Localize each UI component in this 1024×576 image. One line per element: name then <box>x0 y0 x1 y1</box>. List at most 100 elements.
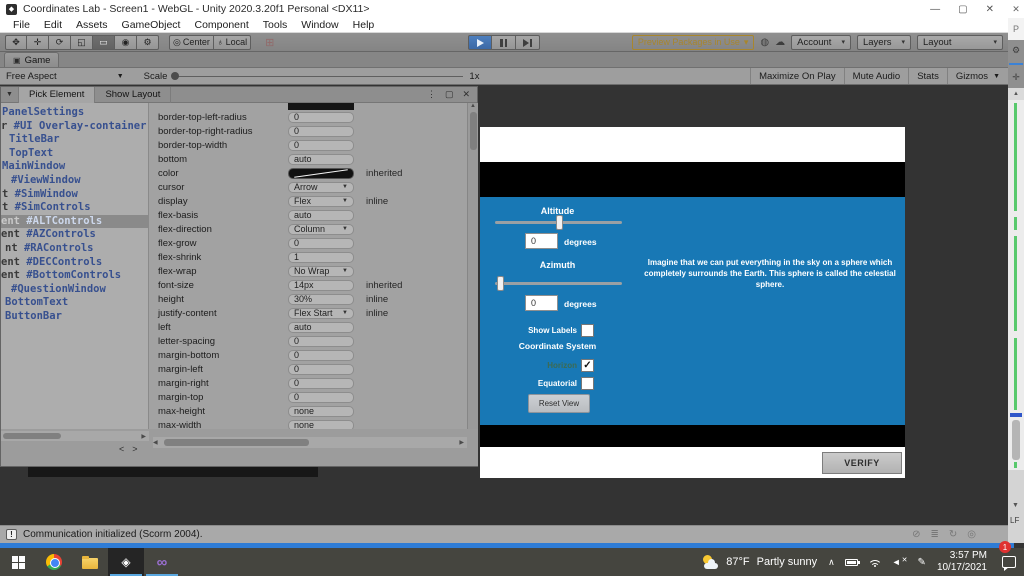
tree-item[interactable]: BottomText <box>1 296 148 310</box>
pivot-local-button[interactable]: ♁ Local <box>213 34 252 50</box>
tree-item[interactable]: nt #RAControls <box>1 242 148 256</box>
show-labels-checkbox[interactable] <box>581 324 594 337</box>
rotate-tool-icon[interactable]: ⟳ <box>49 34 71 50</box>
progress-check-icon[interactable]: ◎ <box>967 529 976 540</box>
style-value-field[interactable]: auto <box>288 321 354 333</box>
style-value-field[interactable]: 0 <box>288 111 354 123</box>
rect-tool-icon[interactable]: ▭ <box>93 34 115 50</box>
page-left-button[interactable]: < <box>119 444 124 454</box>
preview-packages-button[interactable]: Preview Packages in Use ▾ <box>631 34 755 50</box>
tree-item[interactable]: TitleBar <box>1 133 148 147</box>
step-button[interactable] <box>516 35 540 50</box>
maximize-on-play-toggle[interactable]: Maximize On Play <box>750 68 844 84</box>
pick-element-button[interactable]: Pick Element <box>19 86 96 103</box>
tree-item[interactable]: #ViewWindow <box>1 174 148 188</box>
style-value-field[interactable]: 0 <box>288 237 354 249</box>
taskbar-chrome-icon[interactable] <box>36 548 72 576</box>
tree-item[interactable]: PanelSettings <box>1 106 148 120</box>
azimuth-input[interactable] <box>525 295 558 311</box>
layout-dropdown[interactable]: Layout ▾ <box>917 34 1003 50</box>
style-value-dropdown[interactable]: Flex ▼ <box>288 195 354 207</box>
taskbar-clock[interactable]: 3:57 PM 10/17/2021 <box>937 550 987 575</box>
package-manager-icon[interactable]: ◍ <box>760 37 769 48</box>
tree-item[interactable]: ButtonBar <box>1 310 148 324</box>
style-value-dropdown[interactable]: No Wrap ▼ <box>288 265 354 277</box>
style-value-dropdown[interactable]: Arrow ▼ <box>288 181 354 193</box>
scroll-up-arrow-icon[interactable]: ▲ <box>1008 88 1024 100</box>
reset-view-button[interactable]: Reset View <box>528 394 590 413</box>
menu-item[interactable]: GameObject <box>115 19 188 31</box>
scale-slider[interactable] <box>171 72 464 80</box>
style-value-field[interactable]: 0 <box>288 335 354 347</box>
style-value-dropdown[interactable]: Column ▼ <box>288 223 354 235</box>
menu-item[interactable]: Help <box>346 19 382 31</box>
scroll-left-arrow-icon[interactable]: ◀ <box>153 439 158 446</box>
azimuth-slider-handle[interactable] <box>497 276 504 291</box>
tree-item[interactable]: r #UI Overlay-container .un <box>1 120 148 134</box>
panel-maximize-icon[interactable]: ▢ <box>445 89 454 100</box>
horizon-checkbox[interactable]: ✓ <box>581 359 594 372</box>
tree-item[interactable]: ent #BottomControls <box>1 269 148 283</box>
page-right-button[interactable]: > <box>132 444 137 454</box>
style-value-field[interactable]: 0 <box>288 391 354 403</box>
pivot-center-button[interactable]: ◎ Center <box>169 34 214 50</box>
style-value-field[interactable]: auto <box>288 209 354 221</box>
aspect-dropdown[interactable]: Free Aspect ▼ <box>0 68 130 84</box>
battery-icon[interactable] <box>844 558 860 566</box>
menu-item[interactable]: File <box>6 19 37 31</box>
taskbar-explorer-icon[interactable] <box>72 548 108 576</box>
refresh-disabled-icon[interactable]: ↻ <box>949 529 957 540</box>
action-center-icon[interactable] <box>1002 556 1016 571</box>
grid-snap-icon[interactable]: ⊞ <box>265 36 274 49</box>
wifi-icon[interactable] <box>867 557 882 567</box>
kebab-menu-icon[interactable]: ⋮ <box>427 89 436 100</box>
scale-slider-handle[interactable] <box>171 72 180 80</box>
taskbar-weather-widget[interactable]: 87°F Partly sunny <box>702 555 817 569</box>
style-value-dropdown[interactable]: Flex Start ▼ <box>288 307 354 319</box>
tree-item[interactable]: TopText <box>1 147 148 161</box>
scroll-up-arrow-icon[interactable]: ▲ <box>470 103 476 109</box>
alert-bubble-icon[interactable]: ! <box>6 529 17 540</box>
panel-close-icon[interactable]: ✕ <box>462 89 470 100</box>
style-value-field[interactable]: 0 <box>288 349 354 361</box>
styles-vertical-scrollbar[interactable]: ▲ <box>467 103 478 429</box>
move-tool-icon[interactable]: ✛ <box>27 34 49 50</box>
picker-dropdown[interactable]: ▼ <box>1 86 19 103</box>
scrollbar-thumb[interactable] <box>1012 420 1020 460</box>
scrollbar-thumb[interactable] <box>163 439 309 446</box>
menu-item[interactable]: Component <box>187 19 255 31</box>
tree-item[interactable]: ent #ALTControls <box>1 214 148 229</box>
start-button[interactable] <box>0 548 36 576</box>
notification-badge[interactable]: 1 <box>999 541 1011 553</box>
scrollbar-thumb[interactable] <box>3 433 61 439</box>
azimuth-slider[interactable] <box>495 276 622 291</box>
menu-item[interactable]: Tools <box>256 19 295 31</box>
cache-server-icon[interactable]: ≣ <box>930 529 938 540</box>
scroll-right-arrow-icon[interactable]: ▶ <box>459 439 467 446</box>
tree-item[interactable]: #QuestionWindow <box>1 283 148 297</box>
scroll-right-arrow-icon[interactable]: ▶ <box>141 433 149 440</box>
menu-item[interactable]: Edit <box>37 19 69 31</box>
cloud-icon[interactable]: ☁ <box>775 37 785 48</box>
transform-tool-icon[interactable]: ◉ <box>115 34 137 50</box>
hand-tool-icon[interactable]: ✥ <box>5 34 27 50</box>
pause-button[interactable] <box>492 35 516 50</box>
move-icon[interactable]: ✛ <box>1012 72 1020 83</box>
style-value-field[interactable]: 14px <box>288 279 354 291</box>
style-value-field[interactable]: 0 <box>288 125 354 137</box>
tree-item[interactable]: t #SimControls <box>1 201 148 215</box>
style-value-field[interactable]: none <box>288 419 354 429</box>
tree-item[interactable]: ent #DECControls <box>1 256 148 270</box>
menu-item[interactable]: Assets <box>69 19 115 31</box>
altitude-input[interactable] <box>525 233 558 249</box>
scrollbar-thumb[interactable] <box>469 112 477 150</box>
style-value-field[interactable]: 30% <box>288 293 354 305</box>
style-value-field[interactable]: 0 <box>288 377 354 389</box>
volume-muted-icon[interactable]: ◄ ✕ <box>892 557 908 567</box>
custom-tool-icon[interactable]: ⚙ <box>137 34 159 50</box>
altitude-slider-handle[interactable] <box>556 215 563 230</box>
sliver-close-icon[interactable]: ✕ <box>1008 0 1024 18</box>
maximize-button[interactable]: ▢ <box>958 4 967 15</box>
account-dropdown[interactable]: Account ▾ <box>791 34 851 50</box>
stats-toggle[interactable]: Stats <box>908 68 947 84</box>
